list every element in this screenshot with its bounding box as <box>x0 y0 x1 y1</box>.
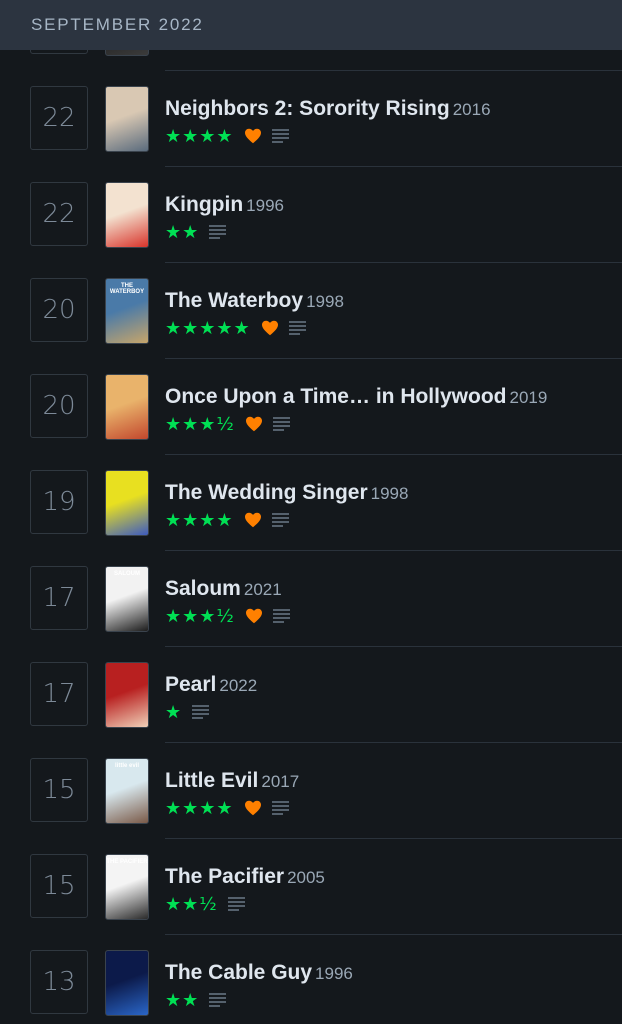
star-rating: ★★★½ <box>165 413 235 435</box>
review-lines-icon[interactable] <box>209 993 227 1007</box>
entry-info: Pearl 2022 ★ <box>165 673 622 723</box>
star-rating: ★★★★ <box>165 509 234 531</box>
day-badge[interactable]: 15 <box>30 854 88 918</box>
film-poster[interactable] <box>105 470 149 536</box>
entry-info: The Cable Guy 1996 ★★ <box>165 961 622 1011</box>
entry-info: Once Upon a Time… in Hollywood 2019 ★★★½ <box>165 385 622 435</box>
diary-entry-row[interactable]: 20 THE WATERBOY The Waterboy 1998 ★★★★★ <box>0 263 622 359</box>
day-badge[interactable]: 20 <box>30 374 88 438</box>
star-rating: ★★½ <box>165 893 218 915</box>
diary-page: SEPTEMBER 2022 22 Neighbors 2: Sorority R… <box>0 0 622 1024</box>
day-badge[interactable]: 15 <box>30 758 88 822</box>
film-title[interactable]: Saloum <box>165 577 241 600</box>
day-badge[interactable]: 13 <box>30 950 88 1014</box>
film-title[interactable]: Once Upon a Time… in Hollywood <box>165 385 506 408</box>
film-poster[interactable] <box>105 182 149 248</box>
film-poster[interactable] <box>105 374 149 440</box>
day-badge[interactable]: 19 <box>30 470 88 534</box>
diary-entry-row[interactable]: 19 The Wedding Singer 1998 ★★★★ <box>0 455 622 551</box>
film-poster[interactable]: THE PACIFIER <box>105 854 149 920</box>
review-lines-icon[interactable] <box>271 513 289 527</box>
diary-entry-row[interactable]: 15 THE PACIFIER The Pacifier 2005 ★★½ <box>0 839 622 935</box>
film-year[interactable]: 1996 <box>246 196 284 215</box>
star-rating: ★★★★ <box>165 797 234 819</box>
day-badge[interactable]: 17 <box>30 662 88 726</box>
film-year[interactable]: 2021 <box>244 580 282 599</box>
diary-list: 22 Neighbors 2: Sorority Rising 2016 ★★★★ 22… <box>0 0 622 1024</box>
day-badge[interactable]: 17 <box>30 566 88 630</box>
poster-text: THE PACIFIER <box>106 859 148 865</box>
heart-icon <box>261 320 279 336</box>
film-poster[interactable]: little evil <box>105 758 149 824</box>
star-rating: ★★★★ <box>165 125 234 147</box>
diary-entry-row[interactable]: 15 little evil Little Evil 2017 ★★★★ <box>0 743 622 839</box>
entry-info: Kingpin 1996 ★★ <box>165 193 622 243</box>
diary-entry-row[interactable]: 17 SALOUM Saloum 2021 ★★★½ <box>0 551 622 647</box>
day-badge[interactable]: 20 <box>30 278 88 342</box>
film-year[interactable]: 2019 <box>509 388 547 407</box>
review-lines-icon[interactable] <box>227 897 245 911</box>
film-poster[interactable] <box>105 86 149 152</box>
month-header: SEPTEMBER 2022 <box>0 0 622 50</box>
review-lines-icon[interactable] <box>192 705 210 719</box>
day-badge[interactable]: 22 <box>30 182 88 246</box>
heart-icon <box>244 512 262 528</box>
heart-icon <box>245 416 263 432</box>
film-title[interactable]: The Pacifier <box>165 865 284 888</box>
review-lines-icon[interactable] <box>271 129 289 143</box>
month-label: SEPTEMBER 2022 <box>31 15 204 34</box>
diary-entry-row[interactable]: 22 Kingpin 1996 ★★ <box>0 167 622 263</box>
review-lines-icon[interactable] <box>272 609 290 623</box>
film-year[interactable]: 1996 <box>315 964 353 983</box>
poster-text: little evil <box>114 763 139 769</box>
star-rating: ★★★★★ <box>165 317 251 339</box>
review-lines-icon[interactable] <box>209 225 227 239</box>
heart-icon <box>244 128 262 144</box>
film-title[interactable]: Pearl <box>165 673 216 696</box>
film-title[interactable]: Kingpin <box>165 193 243 216</box>
star-rating: ★★★½ <box>165 605 235 627</box>
film-title[interactable]: The Cable Guy <box>165 961 312 984</box>
film-poster[interactable]: SALOUM <box>105 566 149 632</box>
film-year[interactable]: 1998 <box>306 292 344 311</box>
diary-entry-row[interactable]: 20 Once Upon a Time… in Hollywood 2019 ★★★½ <box>0 359 622 455</box>
poster-text: SALOUM <box>114 571 140 577</box>
film-year[interactable]: 2005 <box>287 868 325 887</box>
film-poster[interactable] <box>105 662 149 728</box>
diary-entry-row[interactable]: 22 Neighbors 2: Sorority Rising 2016 ★★★★ <box>0 71 622 167</box>
film-year[interactable]: 1998 <box>371 484 409 503</box>
entry-info: Little Evil 2017 ★★★★ <box>165 769 622 819</box>
film-year[interactable]: 2016 <box>453 100 491 119</box>
entry-info: Saloum 2021 ★★★½ <box>165 577 622 627</box>
heart-icon <box>245 608 263 624</box>
review-lines-icon[interactable] <box>272 417 290 431</box>
star-rating: ★★ <box>165 989 200 1011</box>
entry-info: Neighbors 2: Sorority Rising 2016 ★★★★ <box>165 97 622 147</box>
star-rating: ★ <box>165 701 183 723</box>
film-year[interactable]: 2022 <box>219 676 257 695</box>
film-title[interactable]: Little Evil <box>165 769 258 792</box>
star-rating: ★★ <box>165 221 200 243</box>
film-title[interactable]: Neighbors 2: Sorority Rising <box>165 97 450 120</box>
film-title[interactable]: The Wedding Singer <box>165 481 368 504</box>
film-poster[interactable] <box>105 950 149 1016</box>
diary-entry-row[interactable]: 17 Pearl 2022 ★ <box>0 647 622 743</box>
day-badge[interactable]: 22 <box>30 86 88 150</box>
entry-info: The Wedding Singer 1998 ★★★★ <box>165 481 622 531</box>
film-title[interactable]: The Waterboy <box>165 289 303 312</box>
poster-text: THE WATERBOY <box>109 283 145 295</box>
review-lines-icon[interactable] <box>288 321 306 335</box>
heart-icon <box>244 800 262 816</box>
diary-entry-row[interactable]: 13 The Cable Guy 1996 ★★ <box>0 935 622 1024</box>
film-year[interactable]: 2017 <box>261 772 299 791</box>
entry-info: The Pacifier 2005 ★★½ <box>165 865 622 915</box>
film-poster[interactable]: THE WATERBOY <box>105 278 149 344</box>
entry-info: The Waterboy 1998 ★★★★★ <box>165 289 622 339</box>
review-lines-icon[interactable] <box>271 801 289 815</box>
